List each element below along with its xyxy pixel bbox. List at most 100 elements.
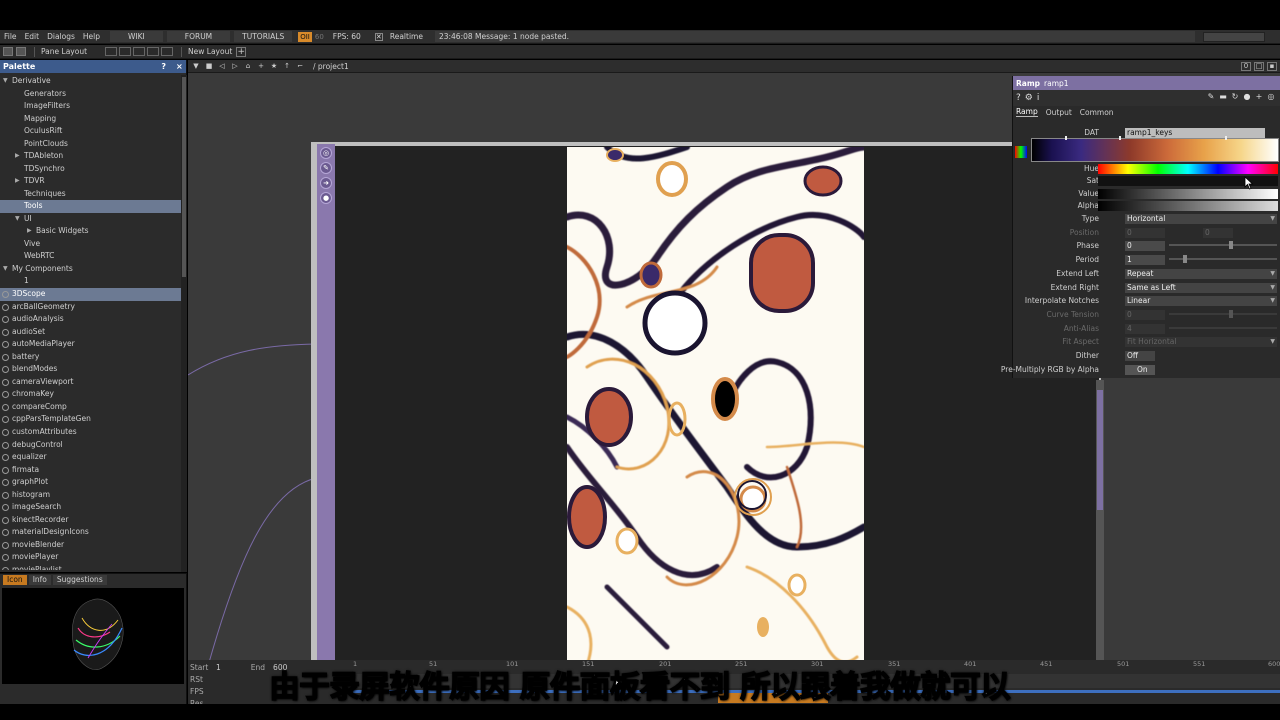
network-menu-icon[interactable]: ▼ (191, 62, 201, 71)
palette-tree-item[interactable]: ▶ TDAbleton (0, 150, 181, 163)
palette-component-item[interactable]: arcBallGeometry (0, 301, 181, 314)
palette-component-item[interactable]: materialDesignIcons (0, 526, 181, 539)
menu-dialogs[interactable]: Dialogs (43, 32, 79, 41)
palette-tree-item[interactable]: OculusRift (0, 125, 181, 138)
add-icon[interactable]: + (1254, 92, 1264, 102)
menu-edit[interactable]: Edit (21, 32, 44, 41)
expand-down-icon[interactable]: ▼ (3, 75, 8, 88)
palette-component-item[interactable]: imageSearch (0, 501, 181, 514)
palette-component-item[interactable]: moviePlayer (0, 551, 181, 564)
tab-suggestions[interactable]: Suggestions (52, 575, 107, 585)
palette-tree-item[interactable]: Techniques (0, 188, 181, 201)
palette-scroll-thumb[interactable] (182, 77, 186, 277)
info-icon[interactable]: i (1037, 93, 1040, 103)
palette-close-button[interactable]: × (176, 62, 186, 71)
palette-component-item[interactable]: audioSet (0, 326, 181, 339)
tab-common[interactable]: Common (1080, 108, 1114, 117)
premultiply-toggle[interactable]: On (1125, 365, 1155, 375)
performance-badge[interactable]: OII (298, 31, 312, 42)
palette-component-item[interactable]: kinectRecorder (0, 514, 181, 527)
expand-down-icon[interactable]: ▼ (15, 213, 20, 226)
stop-icon[interactable]: ■ (204, 62, 214, 71)
tab-ramp[interactable]: Ramp (1016, 107, 1038, 117)
palette-tree-item[interactable]: ▼ UI (0, 213, 181, 226)
palette-component-item[interactable]: compareComp (0, 401, 181, 414)
forward-icon[interactable]: ▷ (230, 62, 240, 71)
realtime-checkbox[interactable]: ✕ (374, 32, 383, 41)
palette-tree-item[interactable]: Vive (0, 238, 181, 251)
palette-tree-item[interactable]: TDSynchro (0, 163, 181, 176)
palette-tree-item[interactable]: ▼ Derivative (0, 75, 181, 88)
viewer-target-icon[interactable]: ◎ (320, 147, 332, 159)
phase-field[interactable]: 0 (1125, 241, 1165, 251)
ramp-color-swatch[interactable] (1015, 146, 1027, 158)
palette-component-item[interactable]: moviePlaylist (0, 564, 181, 570)
alpha-slider[interactable] (1098, 201, 1278, 211)
period-slider[interactable] (1169, 255, 1277, 263)
palette-component-item[interactable]: battery (0, 351, 181, 364)
node-viewer-scroll-thumb[interactable] (1097, 390, 1103, 510)
refresh-icon[interactable]: ↻ (1230, 92, 1240, 102)
ramp-key-handle[interactable] (1065, 136, 1067, 140)
extend-left-dropdown[interactable]: Repeat ▼ (1125, 269, 1277, 279)
palette-tree-item[interactable]: ImageFilters (0, 100, 181, 113)
palette-component-item[interactable]: debugControl (0, 439, 181, 452)
palette-tree-item[interactable]: Mapping (0, 113, 181, 126)
target-icon[interactable]: ◎ (1266, 92, 1276, 102)
panel-icon[interactable] (3, 47, 13, 56)
dither-toggle[interactable]: Off (1125, 351, 1155, 361)
period-field[interactable]: 1 (1125, 255, 1165, 265)
menu-file[interactable]: File (0, 32, 21, 41)
palette-component-item[interactable]: autoMediaPlayer (0, 338, 181, 351)
interpolate-dropdown[interactable]: Linear ▼ (1125, 296, 1277, 306)
edit-pen-icon[interactable]: ✎ (1206, 92, 1216, 102)
python-icon[interactable]: ⚙ (1025, 93, 1033, 103)
home-icon[interactable]: ⌂ (243, 62, 253, 71)
color-icon[interactable]: ● (1242, 92, 1252, 102)
add-icon[interactable]: + (256, 62, 266, 71)
network-path[interactable]: / project1 (313, 62, 349, 71)
expand-right-icon[interactable]: ▶ (15, 150, 20, 163)
ramp-gradient-editor[interactable] (1031, 138, 1279, 162)
palette-component-item[interactable]: movieBlender (0, 539, 181, 552)
wiki-tab[interactable]: WIKI (110, 31, 163, 42)
tab-info[interactable]: Info (28, 575, 51, 585)
palette-component-item[interactable]: chromaKey (0, 388, 181, 401)
layout-triple-icon[interactable] (133, 47, 146, 56)
hue-slider[interactable] (1098, 164, 1278, 174)
slider-knob[interactable] (1229, 241, 1233, 249)
palette-tree-item[interactable]: Tools (0, 200, 181, 213)
palette-component-item[interactable]: customAttributes (0, 426, 181, 439)
expand-right-icon[interactable]: ▶ (15, 175, 20, 188)
split-icon[interactable] (16, 47, 26, 56)
forum-tab[interactable]: FORUM (166, 31, 231, 42)
palette-tree-item[interactable]: Generators (0, 88, 181, 101)
palette-tree-item[interactable]: PointClouds (0, 138, 181, 151)
tab-output[interactable]: Output (1046, 108, 1072, 117)
extend-right-dropdown[interactable]: Same as Left ▼ (1125, 283, 1277, 293)
fullscreen-icon[interactable]: ▪ (1267, 61, 1277, 71)
palette-tree-item[interactable]: ▼ My Components (0, 263, 181, 276)
node-viewer-scrollbar[interactable] (1096, 380, 1104, 680)
menu-help[interactable]: Help (79, 32, 104, 41)
palette-scrollbar[interactable] (181, 75, 187, 572)
new-layout-label[interactable]: New Layout (188, 47, 232, 56)
comment-icon[interactable]: ▬ (1218, 92, 1228, 102)
help-icon[interactable]: ? (1016, 93, 1021, 103)
ramp-key-handle[interactable] (1119, 136, 1121, 140)
palette-component-item[interactable]: histogram (0, 489, 181, 502)
palette-component-item[interactable]: equalizer (0, 451, 181, 464)
palette-component-item[interactable]: graphPlot (0, 476, 181, 489)
palette-component-item[interactable]: cppParsTemplateGen (0, 413, 181, 426)
parent-icon[interactable]: ⌐ (295, 62, 305, 71)
bookmark-star-icon[interactable]: ★ (269, 62, 279, 71)
add-layout-button[interactable]: + (236, 46, 247, 57)
slider-knob[interactable] (1183, 255, 1187, 263)
expand-down-icon[interactable]: ▼ (3, 263, 8, 276)
tab-icon[interactable]: Icon (3, 575, 27, 585)
operator-name[interactable]: ramp1 (1044, 79, 1069, 88)
dat-field[interactable]: ramp1_keys (1125, 128, 1265, 138)
viewer-arrow-icon[interactable]: ➜ (320, 177, 332, 189)
palette-component-item[interactable]: 3DScope (0, 288, 181, 301)
maximize-icon[interactable]: □ (1254, 61, 1264, 71)
